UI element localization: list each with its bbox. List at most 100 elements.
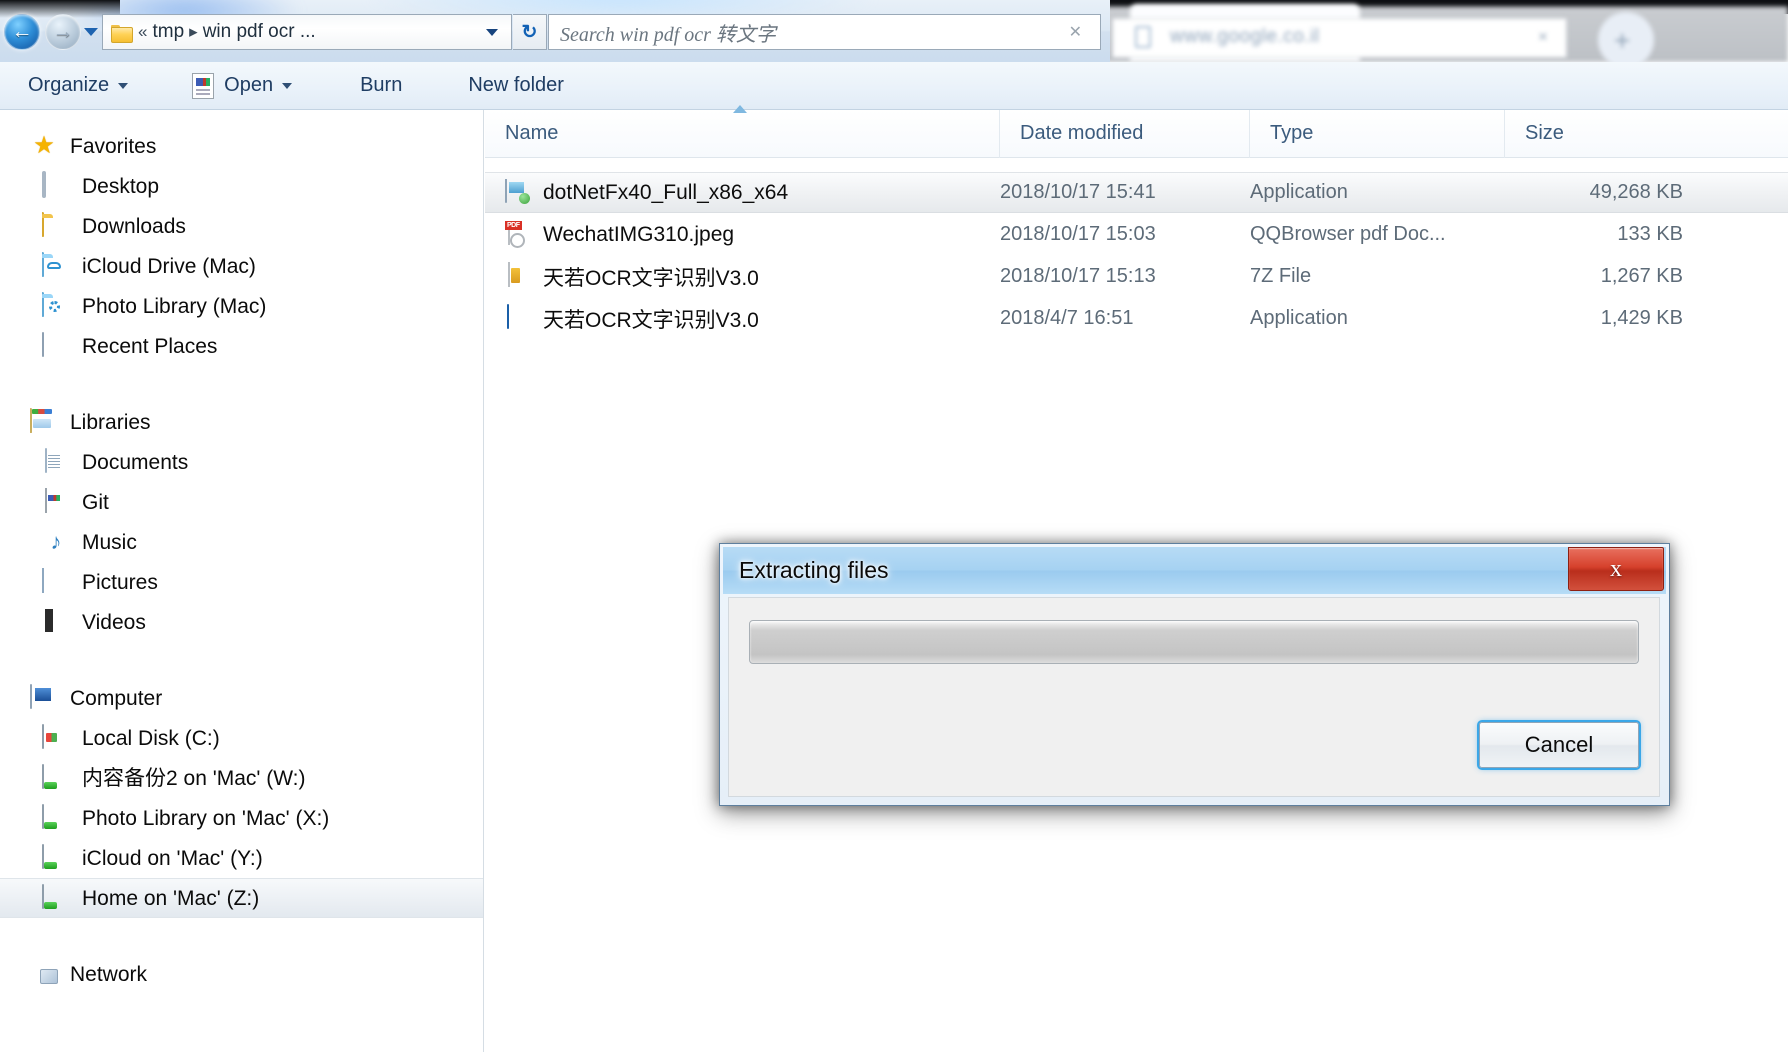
file-name-cell: 天若OCR文字识别V3.0 <box>485 261 1000 292</box>
file-size-cell: 1,429 KB <box>1600 307 1683 329</box>
new-folder-button[interactable]: New folder <box>454 62 578 109</box>
sidebar-item-drive-z[interactable]: Home on 'Mac' (Z:) <box>0 878 483 918</box>
file-size-cell: 133 KB <box>1617 223 1683 245</box>
file-type-cell: 7Z File <box>1250 265 1312 287</box>
sidebar-item-label: Photo Library on 'Mac' (X:) <box>82 806 330 830</box>
back-button[interactable]: ← <box>4 14 40 50</box>
file-name-label: WechatIMG310.jpeg <box>543 222 735 246</box>
desktop-icon <box>42 171 46 198</box>
chevron-down-icon <box>118 82 129 89</box>
breadcrumb-crumb-current[interactable]: win pdf ocr ... <box>203 21 316 43</box>
column-header-row: Name Date modified Type Size <box>485 104 1788 158</box>
address-bar-row: ← → « tmp ▸ win pdf ocr ... ↻ Search win… <box>0 0 1110 62</box>
sidebar-item-photo-library[interactable]: Photo Library (Mac) <box>0 286 483 326</box>
network-drive-icon <box>42 764 44 789</box>
sidebar-group-label: Favorites <box>70 134 157 158</box>
burn-button[interactable]: Burn <box>346 62 416 109</box>
videos-icon <box>45 609 53 632</box>
sidebar-group-libraries[interactable]: Libraries <box>0 402 483 442</box>
sidebar-item-label: Pictures <box>82 570 158 594</box>
column-header-date-modified[interactable]: Date modified <box>1000 109 1250 158</box>
network-drive-icon <box>42 884 44 909</box>
sidebar-item-icloud-drive[interactable]: iCloud Drive (Mac) <box>0 246 483 286</box>
document-icon <box>45 448 47 473</box>
file-name-label: dotNetFx40_Full_x86_x64 <box>543 180 789 204</box>
music-icon: ♪ <box>50 529 62 554</box>
cloud-folder-icon <box>42 252 70 279</box>
column-header-type[interactable]: Type <box>1250 109 1505 158</box>
chevron-down-icon[interactable] <box>486 28 498 36</box>
file-size-cell: 1,267 KB <box>1600 265 1683 287</box>
local-disk-icon <box>42 724 44 749</box>
sidebar-group-label: Computer <box>70 686 163 710</box>
git-icon <box>45 488 47 513</box>
extracting-files-dialog: Extracting files x Cancel <box>719 543 1670 806</box>
breadcrumb-overflow[interactable]: « <box>138 22 147 42</box>
column-label: Name <box>505 122 559 144</box>
file-date-cell: 2018/10/17 15:13 <box>1000 265 1156 287</box>
sidebar-item-videos[interactable]: Videos <box>0 602 483 642</box>
star-icon: ★ <box>33 132 55 159</box>
sidebar-item-label: Home on 'Mac' (Z:) <box>82 886 260 910</box>
open-button[interactable]: Open <box>178 62 306 109</box>
open-label: Open <box>224 74 274 96</box>
breadcrumb-crumb-tmp[interactable]: tmp <box>152 21 184 43</box>
search-input[interactable]: Search win pdf ocr 转文字 ✕ <box>548 14 1101 50</box>
file-date-cell: 2018/10/17 15:41 <box>1000 181 1156 203</box>
sidebar-item-label: iCloud Drive (Mac) <box>82 254 256 278</box>
address-bar[interactable]: « tmp ▸ win pdf ocr ... <box>102 14 512 50</box>
folder-icon <box>42 212 44 237</box>
photo-folder-icon <box>42 292 70 319</box>
sidebar-item-local-disk-c[interactable]: Local Disk (C:) <box>0 718 483 758</box>
organize-button[interactable]: Organize <box>14 62 142 109</box>
table-row[interactable]: WechatIMG310.jpeg 2018/10/17 15:03 QQBro… <box>485 214 1788 255</box>
sidebar-item-label: Recent Places <box>82 334 218 358</box>
file-name-cell: WechatIMG310.jpeg <box>485 220 1000 249</box>
sidebar-item-label: 内容备份2 on 'Mac' (W:) <box>82 766 306 790</box>
toolbar: Organize Open Burn New folder <box>0 62 1788 110</box>
table-row[interactable]: 天若OCR文字识别V3.0 2018/10/17 15:13 7Z File 1… <box>485 256 1788 297</box>
sidebar-item-documents[interactable]: Documents <box>0 442 483 482</box>
sidebar-item-git[interactable]: Git <box>0 482 483 522</box>
sidebar-group-label: Libraries <box>70 410 151 434</box>
forward-button[interactable]: → <box>45 14 81 50</box>
sidebar-group-computer[interactable]: Computer <box>0 678 483 718</box>
table-row[interactable]: 天若OCR文字识别V3.0 2018/4/7 16:51 Application… <box>485 298 1788 339</box>
file-date-cell: 2018/4/7 16:51 <box>1000 307 1134 329</box>
sidebar-item-downloads[interactable]: Downloads <box>0 206 483 246</box>
column-header-name[interactable]: Name <box>485 104 1000 158</box>
dialog-title: Extracting files <box>739 557 889 583</box>
open-file-icon <box>192 72 215 99</box>
dialog-body: Cancel <box>728 597 1660 797</box>
sidebar-item-music[interactable]: ♪ Music <box>0 522 483 562</box>
sidebar-item-label: Videos <box>82 610 146 634</box>
cancel-button[interactable]: Cancel <box>1479 722 1639 768</box>
sidebar-group-network[interactable]: Network <box>0 954 483 994</box>
chevron-down-icon[interactable] <box>84 28 98 36</box>
column-header-size[interactable]: Size <box>1505 110 1705 158</box>
sidebar-item-drive-w[interactable]: 内容备份2 on 'Mac' (W:) <box>0 758 483 798</box>
file-name-cell: 天若OCR文字识别V3.0 <box>485 303 1000 334</box>
table-row[interactable]: dotNetFx40_Full_x86_x64 2018/10/17 15:41… <box>485 172 1788 213</box>
clear-search-icon[interactable]: ✕ <box>1069 22 1082 42</box>
windows-explorer-window: ← → « tmp ▸ win pdf ocr ... ↻ Search win… <box>0 0 1788 1052</box>
close-button[interactable]: x <box>1568 547 1664 591</box>
sidebar-item-pictures[interactable]: Pictures <box>0 562 483 602</box>
navigation-pane[interactable]: ★ Favorites Desktop Downloads iCloud Dri… <box>0 110 484 1052</box>
breadcrumb-separator-icon[interactable]: ▸ <box>189 22 198 42</box>
sidebar-group-favorites[interactable]: ★ Favorites <box>0 126 483 166</box>
executable-icon <box>505 178 507 203</box>
sidebar-item-recent-places[interactable]: Recent Places <box>0 326 483 366</box>
sidebar-group-label: Network <box>70 962 148 986</box>
file-name-cell: dotNetFx40_Full_x86_x64 <box>485 178 1000 207</box>
search-placeholder: Search win pdf ocr 转文字 <box>560 23 776 46</box>
chevron-down-icon <box>282 82 293 89</box>
sidebar-item-drive-y[interactable]: iCloud on 'Mac' (Y:) <box>0 838 483 878</box>
seven-zip-icon <box>508 261 510 287</box>
sidebar-item-desktop[interactable]: Desktop <box>0 166 483 206</box>
refresh-icon[interactable]: ↻ <box>513 14 547 50</box>
file-name-label: 天若OCR文字识别V3.0 <box>543 308 759 332</box>
sidebar-item-drive-x[interactable]: Photo Library on 'Mac' (X:) <box>0 798 483 838</box>
sidebar-item-label: iCloud on 'Mac' (Y:) <box>82 846 263 870</box>
file-size-cell: 49,268 KB <box>1589 181 1683 203</box>
